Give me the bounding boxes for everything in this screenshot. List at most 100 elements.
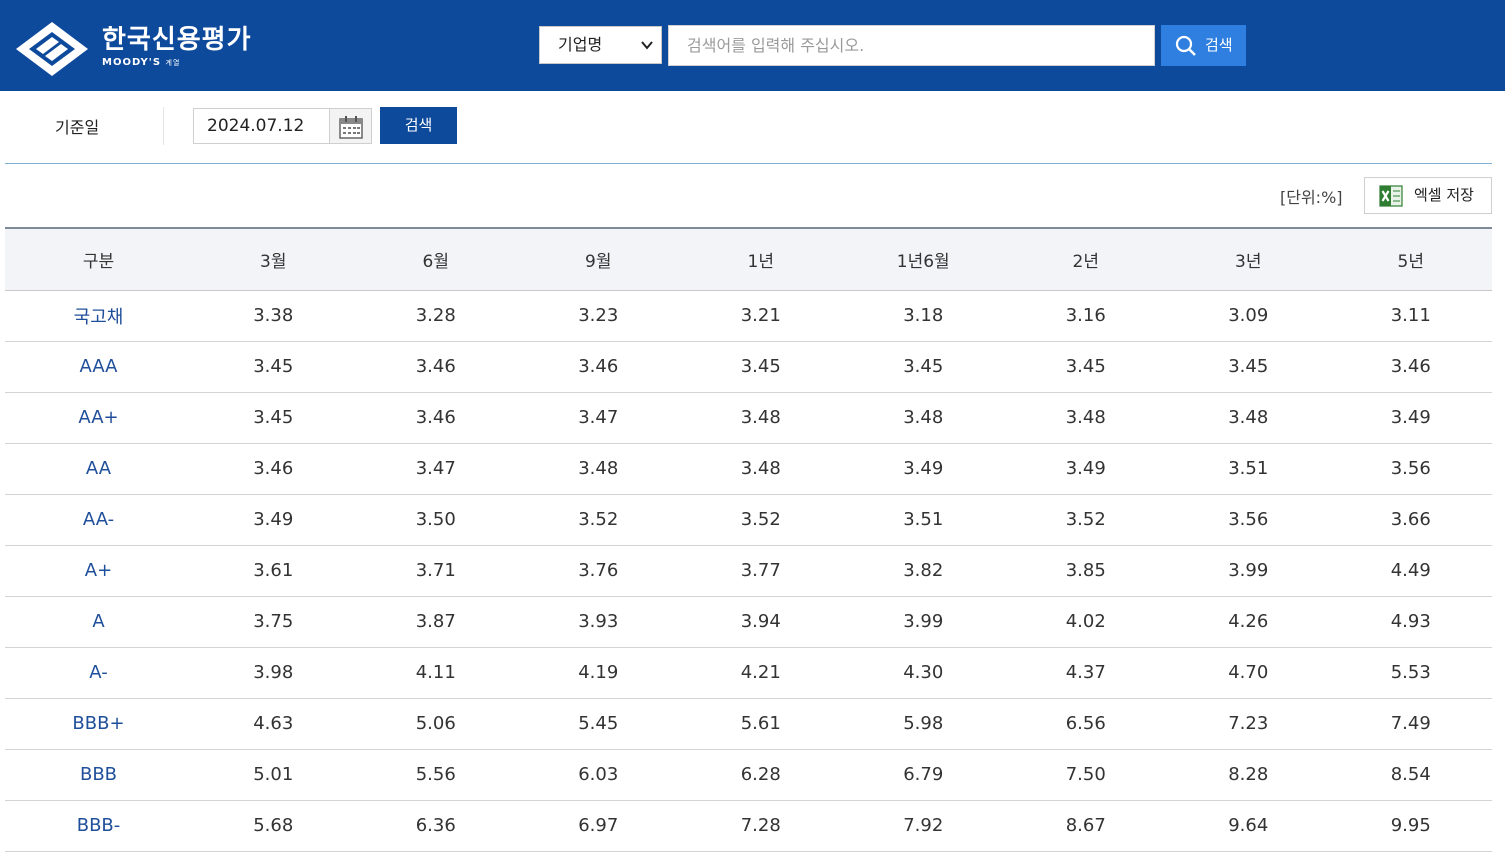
rate-cell: 3.45 <box>679 341 842 393</box>
rate-cell: 3.51 <box>1167 443 1330 495</box>
search-type-select[interactable]: 기업명 <box>539 26 662 64</box>
table-row: 국고채 3.38 3.28 3.23 3.21 3.18 3.16 3.09 3.11 <box>5 290 1492 342</box>
rate-cell: 8.67 <box>1004 800 1167 852</box>
rate-cell: 4.49 <box>1329 545 1492 597</box>
separator-line <box>5 163 1492 164</box>
table-row: BBB- 5.68 6.36 6.97 7.28 7.92 8.67 9.64 9.95 <box>5 800 1492 852</box>
rate-cell: 3.49 <box>1004 443 1167 495</box>
rate-cell: 6.97 <box>517 800 680 852</box>
search-button[interactable]: 검색 <box>1161 25 1246 66</box>
rate-cell: 5.06 <box>354 698 517 750</box>
grade-link[interactable]: BBB- <box>5 800 192 852</box>
rate-cell: 3.99 <box>842 596 1005 648</box>
rate-cell: 3.11 <box>1329 290 1492 342</box>
rate-cell: 6.28 <box>679 749 842 801</box>
search-icon <box>1175 35 1196 56</box>
grade-link[interactable]: A+ <box>5 545 192 597</box>
grade-link[interactable]: AA <box>5 443 192 495</box>
rate-cell: 3.45 <box>192 341 355 393</box>
date-search-button[interactable]: 검색 <box>380 107 457 144</box>
rate-cell: 3.75 <box>192 596 355 648</box>
table-row: A+ 3.61 3.71 3.76 3.77 3.82 3.85 3.99 4.49 <box>5 545 1492 597</box>
rate-cell: 3.82 <box>842 545 1005 597</box>
rates-table: 구분 3월 6월 9월 1년 1년6월 2년 3년 5년 국고채 3.38 3.28… <box>5 227 1492 852</box>
rate-cell: 5.98 <box>842 698 1005 750</box>
rate-cell: 3.94 <box>679 596 842 648</box>
rate-cell: 3.48 <box>1004 392 1167 444</box>
rate-cell: 3.99 <box>1167 545 1330 597</box>
rate-cell: 4.21 <box>679 647 842 699</box>
rate-cell: 5.53 <box>1329 647 1492 699</box>
rate-cell: 9.95 <box>1329 800 1492 852</box>
search-button-label: 검색 <box>1205 36 1233 54</box>
column-header: 3월 <box>192 227 355 291</box>
table-row: A- 3.98 4.11 4.19 4.21 4.30 4.37 4.70 5.53 <box>5 647 1492 699</box>
grade-link[interactable]: A- <box>5 647 192 699</box>
rate-cell: 7.92 <box>842 800 1005 852</box>
grade-link[interactable]: A <box>5 596 192 648</box>
rate-cell: 7.23 <box>1167 698 1330 750</box>
grade-link[interactable]: AA- <box>5 494 192 546</box>
date-label: 기준일 <box>55 118 100 137</box>
grade-link[interactable]: BBB <box>5 749 192 801</box>
rate-cell: 3.93 <box>517 596 680 648</box>
rate-cell: 3.51 <box>842 494 1005 546</box>
rate-cell: 3.76 <box>517 545 680 597</box>
rate-cell: 4.19 <box>517 647 680 699</box>
calendar-button[interactable] <box>329 108 372 144</box>
grade-link[interactable]: BBB+ <box>5 698 192 750</box>
rate-cell: 3.38 <box>192 290 355 342</box>
rate-cell: 5.01 <box>192 749 355 801</box>
search-input[interactable]: 검색어를 입력해 주십시오. <box>668 25 1155 66</box>
rate-cell: 3.48 <box>679 443 842 495</box>
rate-cell: 3.45 <box>1004 341 1167 393</box>
rate-cell: 3.46 <box>354 392 517 444</box>
rate-cell: 4.93 <box>1329 596 1492 648</box>
rate-cell: 3.61 <box>192 545 355 597</box>
search-type-value: 기업명 <box>558 35 603 54</box>
table-row: AAA 3.45 3.46 3.46 3.45 3.45 3.45 3.45 3.46 <box>5 341 1492 393</box>
table-row: AA+ 3.45 3.46 3.47 3.48 3.48 3.48 3.48 3.49 <box>5 392 1492 444</box>
grade-link[interactable]: AA+ <box>5 392 192 444</box>
rate-cell: 5.45 <box>517 698 680 750</box>
table-row: A 3.75 3.87 3.93 3.94 3.99 4.02 4.26 4.93 <box>5 596 1492 648</box>
rate-cell: 4.37 <box>1004 647 1167 699</box>
rate-cell: 3.66 <box>1329 494 1492 546</box>
rate-cell: 3.56 <box>1167 494 1330 546</box>
rate-cell: 3.71 <box>354 545 517 597</box>
logo-icon[interactable] <box>14 20 90 78</box>
rate-cell: 3.28 <box>354 290 517 342</box>
excel-save-button[interactable]: 엑셀 저장 <box>1364 177 1492 214</box>
column-header: 3년 <box>1167 227 1330 291</box>
table-row: AA- 3.49 3.50 3.52 3.52 3.51 3.52 3.56 3.66 <box>5 494 1492 546</box>
excel-button-label: 엑셀 저장 <box>1414 186 1474 204</box>
rate-cell: 3.48 <box>517 443 680 495</box>
rate-cell: 3.48 <box>842 392 1005 444</box>
unit-label: [단위:%] <box>1280 188 1343 207</box>
top-header: 한국신용평가 MOODY'S 계열 기업명 검색어를 입력해 주십시오. 검색 <box>0 0 1505 91</box>
table-body: 국고채 3.38 3.28 3.23 3.21 3.18 3.16 3.09 3.11 AAA 3.… <box>5 290 1492 852</box>
rate-cell: 3.47 <box>354 443 517 495</box>
rate-cell: 3.18 <box>842 290 1005 342</box>
brand-name: 한국신용평가 <box>102 25 252 55</box>
brand[interactable]: 한국신용평가 MOODY'S 계열 <box>102 24 252 70</box>
grade-link[interactable]: AAA <box>5 341 192 393</box>
rate-cell: 3.46 <box>354 341 517 393</box>
rate-cell: 3.45 <box>1167 341 1330 393</box>
rate-cell: 6.36 <box>354 800 517 852</box>
date-input[interactable]: 2024.07.12 <box>193 108 330 144</box>
column-header: 구분 <box>5 227 192 291</box>
rate-cell: 4.30 <box>842 647 1005 699</box>
column-header: 9월 <box>517 227 680 291</box>
rate-cell: 3.52 <box>517 494 680 546</box>
rate-cell: 4.26 <box>1167 596 1330 648</box>
table-row: AA 3.46 3.47 3.48 3.48 3.49 3.49 3.51 3.56 <box>5 443 1492 495</box>
column-header: 2년 <box>1004 227 1167 291</box>
rate-cell: 7.49 <box>1329 698 1492 750</box>
grade-link[interactable]: 국고채 <box>5 290 192 342</box>
rate-cell: 9.64 <box>1167 800 1330 852</box>
rate-cell: 3.49 <box>1329 392 1492 444</box>
rate-cell: 6.56 <box>1004 698 1167 750</box>
rate-cell: 3.47 <box>517 392 680 444</box>
rate-cell: 3.48 <box>1167 392 1330 444</box>
